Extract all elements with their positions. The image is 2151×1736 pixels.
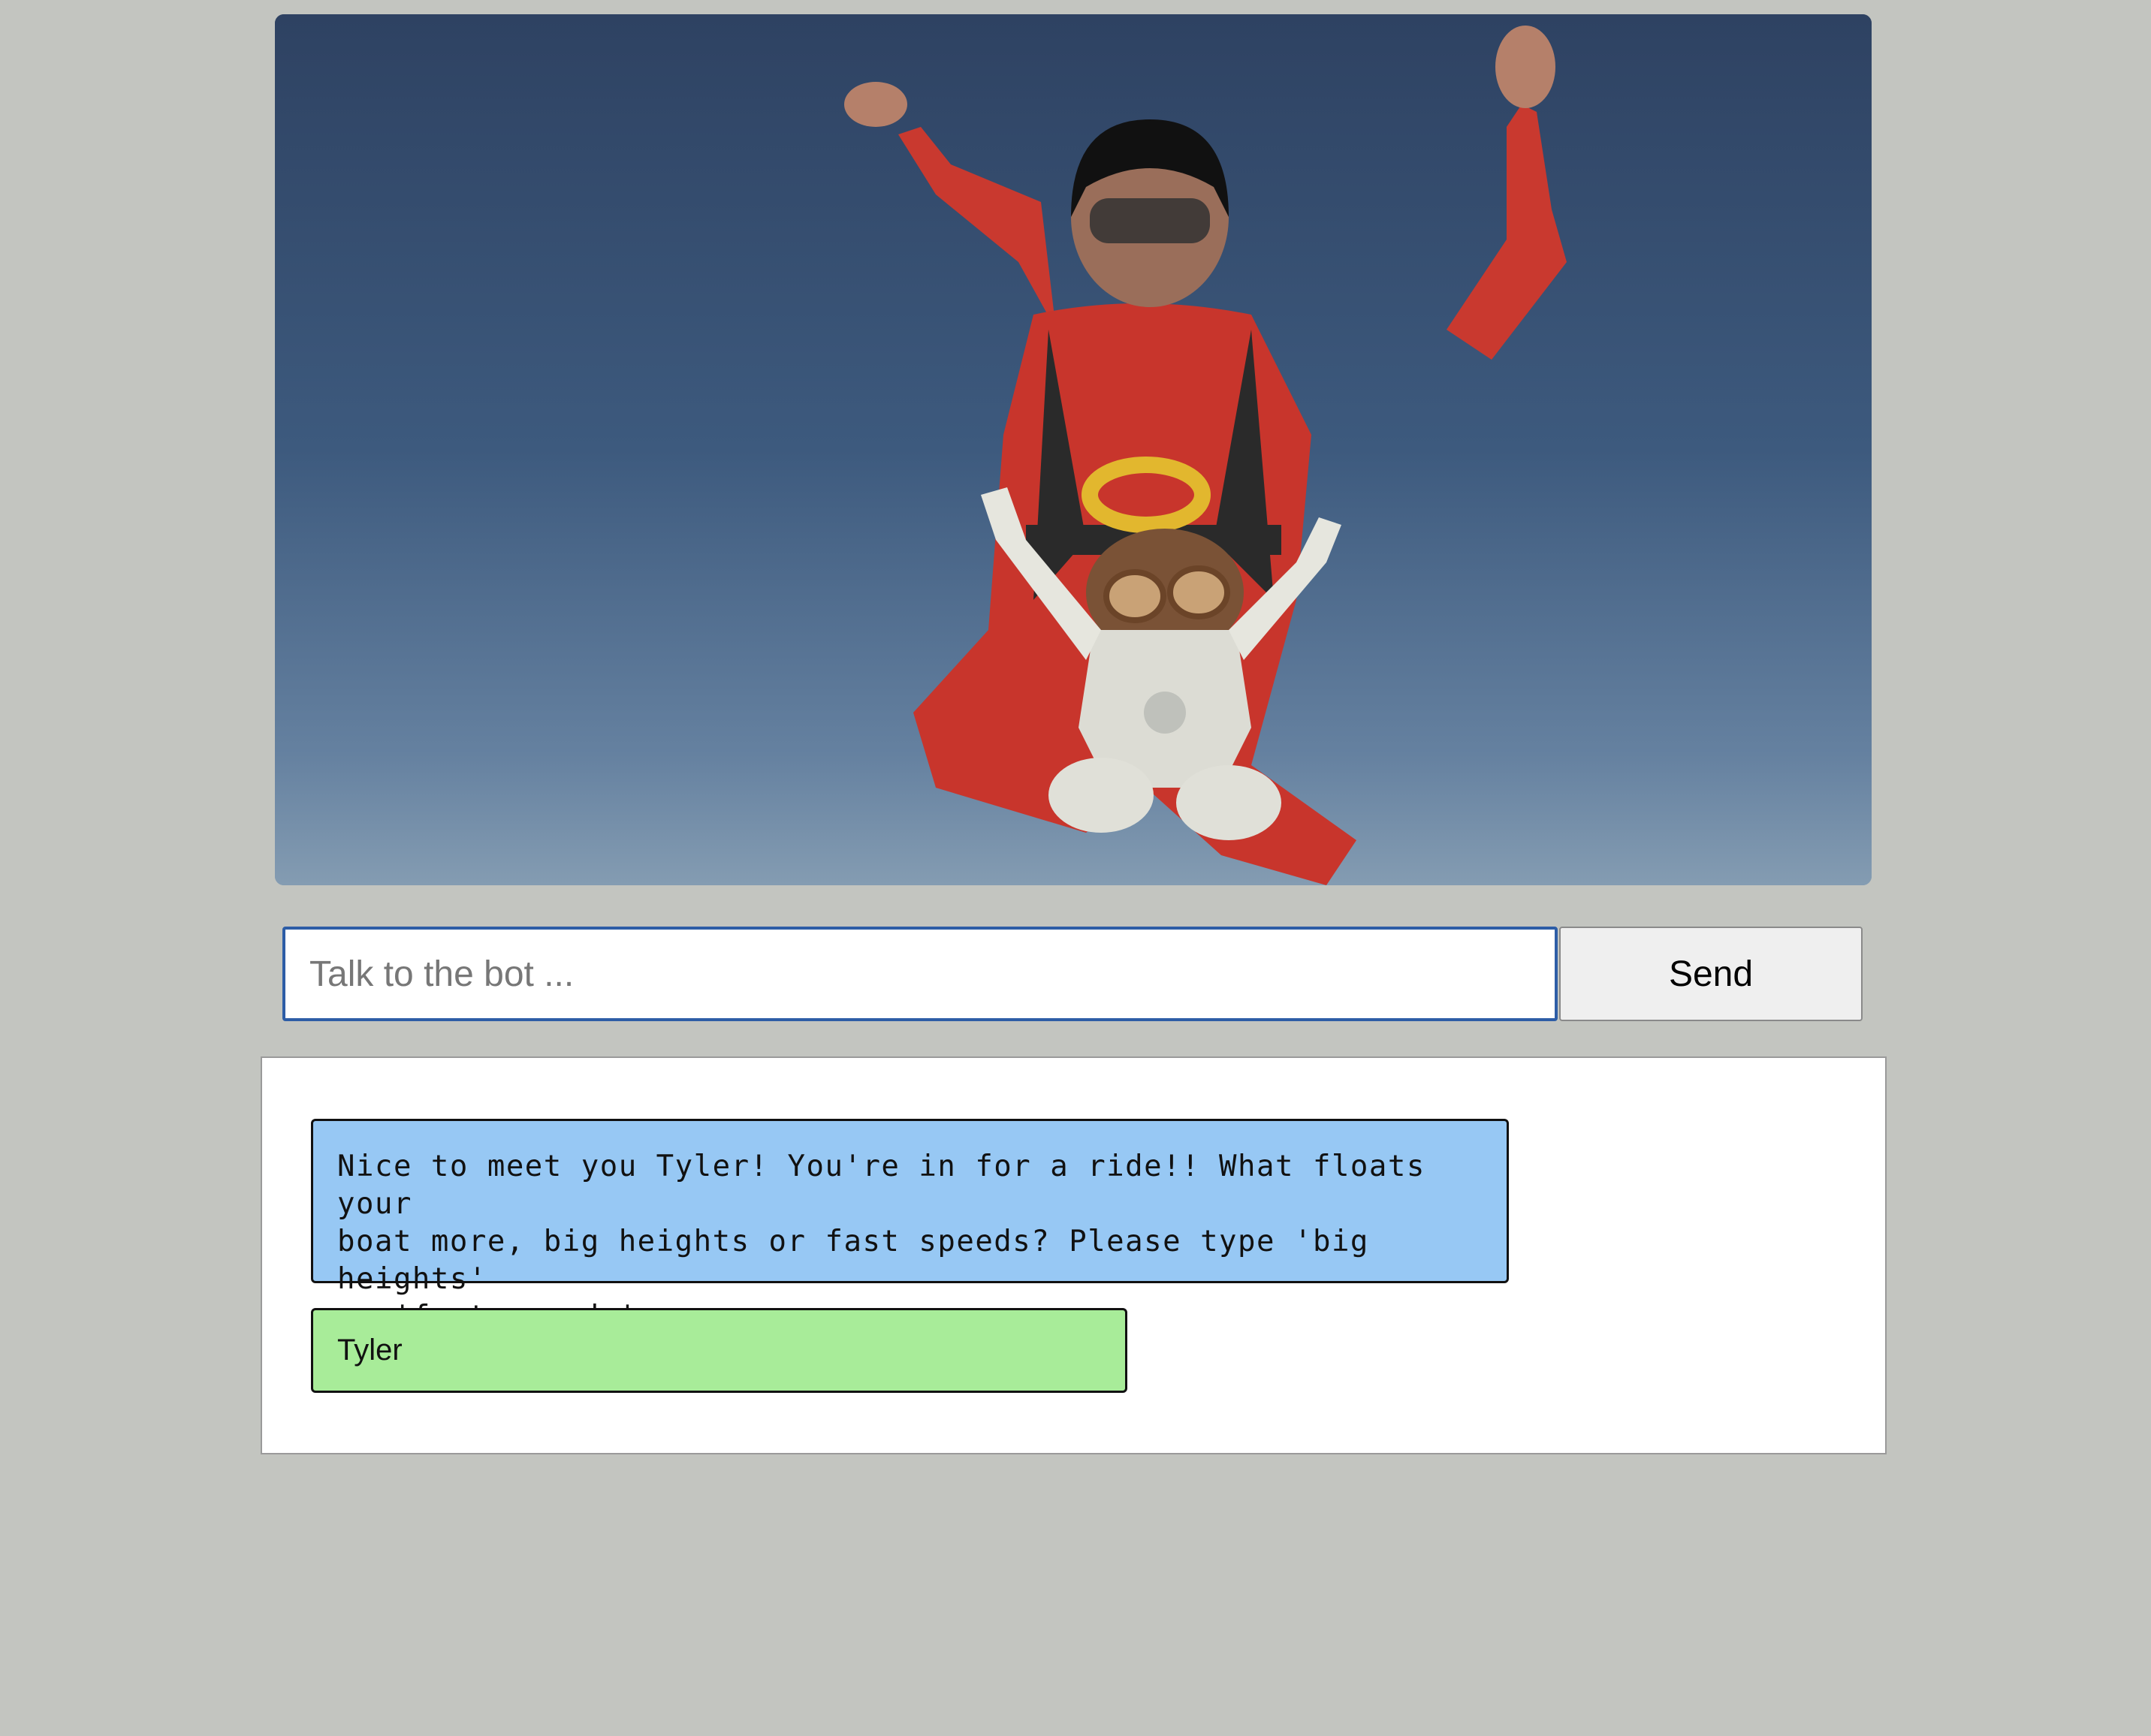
- conversation-panel: Nice to meet you Tyler! You're in for a …: [261, 1056, 1887, 1454]
- hero-photo: [275, 14, 1872, 885]
- user-message: Tyler: [311, 1308, 1127, 1393]
- bot-message: Nice to meet you Tyler! You're in for a …: [311, 1119, 1509, 1334]
- chat-input[interactable]: [282, 927, 1558, 1021]
- page: Send Nice to meet you Tyler! You're in f…: [0, 0, 2151, 1736]
- skydiver-with-robot-photo: [275, 14, 1872, 885]
- send-button[interactable]: Send: [1559, 927, 1863, 1021]
